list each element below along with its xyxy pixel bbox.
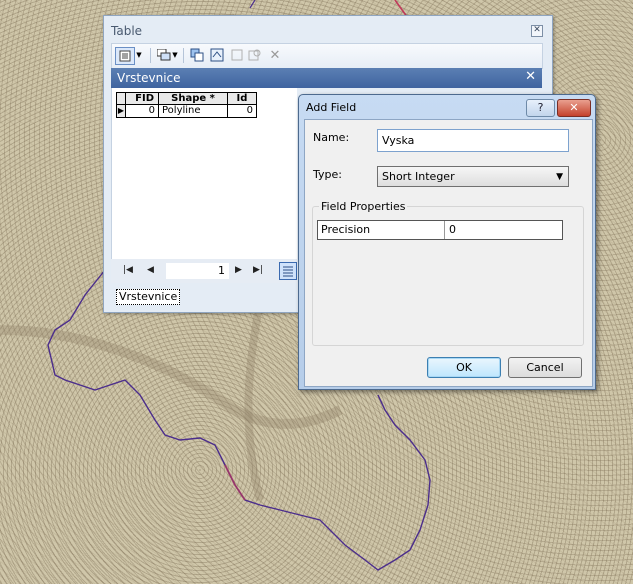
attribute-table: FID Shape * Id ▶ 0 Polyline 0 — [116, 92, 257, 118]
table-tab-header: Vrstevnice ✕ — [111, 68, 542, 88]
show-all-records-icon[interactable] — [279, 262, 297, 280]
record-number-input[interactable]: 1 — [166, 263, 229, 279]
clear-selection-icon[interactable] — [228, 47, 246, 63]
table-tab-label: Vrstevnice — [117, 71, 181, 85]
add-field-dialog[interactable]: Add Field ? ✕ Name: Vyska Type: Short In… — [298, 94, 596, 390]
dialog-body: Name: Vyska Type: Short Integer ▼ Field … — [304, 119, 593, 387]
type-dropdown[interactable]: Short Integer ▼ — [377, 166, 569, 187]
dialog-title: Add Field — [306, 101, 357, 114]
help-button[interactable]: ? — [526, 99, 555, 117]
column-header[interactable]: Shape * — [158, 92, 228, 105]
zoom-to-selected-icon[interactable] — [246, 47, 264, 63]
road-line — [244, 299, 264, 501]
contour-line — [249, 0, 256, 9]
field-properties-label: Field Properties — [319, 200, 408, 213]
first-record-button[interactable]: |◀ — [123, 265, 133, 275]
dropdown-arrow-icon[interactable]: ▼ — [171, 47, 179, 63]
table-tab-vrstevnice[interactable]: Vrstevnice — [116, 289, 181, 305]
table-cell[interactable]: 0 — [125, 104, 159, 118]
table-cell[interactable]: 0 — [227, 104, 257, 118]
close-icon[interactable]: ✕ — [525, 69, 536, 84]
close-icon[interactable]: ✕ — [531, 25, 543, 37]
previous-record-button[interactable]: ◀ — [147, 265, 154, 275]
road-line — [0, 325, 343, 429]
column-header[interactable]: Id — [227, 92, 257, 105]
table-cell[interactable]: Polyline — [158, 104, 228, 118]
row-selector[interactable]: ▶ — [116, 104, 126, 118]
property-name: Precision — [318, 221, 445, 239]
contour-line — [224, 464, 246, 501]
cancel-button[interactable]: Cancel — [508, 357, 582, 378]
chevron-down-icon: ▼ — [556, 172, 563, 182]
select-by-attributes-icon[interactable] — [188, 47, 206, 63]
ok-button[interactable]: OK — [427, 357, 501, 378]
column-header[interactable]: FID — [125, 92, 159, 105]
switch-selection-icon[interactable] — [208, 47, 226, 63]
table-header-row: FID Shape * Id — [116, 92, 257, 105]
last-record-button[interactable]: ▶| — [253, 265, 263, 275]
toolbar-divider — [183, 48, 184, 63]
record-navigator: |◀ ◀ 1 ▶ ▶| — [111, 259, 297, 283]
close-button[interactable]: ✕ — [557, 99, 591, 117]
toolbar-divider — [150, 48, 151, 63]
precision-input[interactable]: 0 — [445, 221, 562, 239]
name-label: Name: — [313, 131, 350, 144]
dropdown-arrow-icon[interactable]: ▼ — [134, 47, 144, 63]
delete-selected-icon[interactable]: ✕ — [266, 47, 284, 63]
type-selected-value: Short Integer — [382, 170, 455, 183]
type-label: Type: — [313, 168, 342, 181]
attribute-grid[interactable]: FID Shape * Id ▶ 0 Polyline 0 — [111, 88, 297, 268]
next-record-button[interactable]: ▶ — [235, 265, 242, 275]
window-title: Table — [111, 24, 143, 38]
table-toolbar: ▼ ▼ ✕ — [111, 43, 543, 69]
property-row[interactable]: Precision 0 — [317, 220, 563, 240]
table-row[interactable]: ▶ 0 Polyline 0 — [116, 104, 257, 118]
table-options-icon[interactable] — [115, 47, 135, 65]
row-selector-header[interactable] — [116, 92, 126, 105]
name-field[interactable]: Vyska — [377, 129, 569, 152]
